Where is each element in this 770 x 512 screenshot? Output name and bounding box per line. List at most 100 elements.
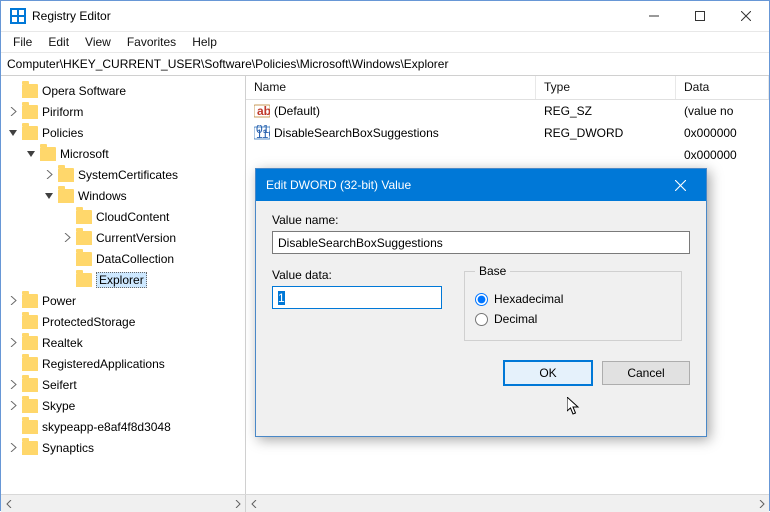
minimize-button[interactable] — [631, 1, 677, 31]
ok-button[interactable]: OK — [504, 361, 592, 385]
tree-panel[interactable]: Opera Software Piriform Policies Microsoft S… — [1, 76, 246, 494]
dialog-title: Edit DWORD (32-bit) Value — [266, 178, 664, 192]
chevron-right-icon[interactable] — [43, 168, 56, 181]
tree-item[interactable]: Seifert — [1, 374, 245, 395]
expand-placeholder — [7, 420, 20, 433]
radio-hex-input[interactable] — [475, 293, 488, 306]
folder-icon — [22, 315, 38, 329]
folder-icon — [22, 294, 38, 308]
close-button[interactable] — [723, 1, 769, 31]
folder-icon — [22, 84, 38, 98]
tree-item-label: Microsoft — [60, 147, 109, 161]
menu-file[interactable]: File — [5, 33, 40, 51]
radio-hex-label: Hexadecimal — [494, 292, 563, 306]
tree-item[interactable]: Skype — [1, 395, 245, 416]
chevron-right-icon[interactable] — [7, 441, 20, 454]
col-name[interactable]: Name — [246, 76, 536, 99]
menu-edit[interactable]: Edit — [40, 33, 77, 51]
maximize-button[interactable] — [677, 1, 723, 31]
radio-decimal[interactable]: Decimal — [475, 312, 671, 326]
tree-item[interactable]: Windows — [1, 185, 245, 206]
cancel-button[interactable]: Cancel — [602, 361, 690, 385]
tree-item-label: Policies — [42, 126, 83, 140]
tree-item[interactable]: Synaptics — [1, 437, 245, 458]
tree-item[interactable]: Realtek — [1, 332, 245, 353]
value-data: 0x000000 — [676, 148, 769, 162]
chevron-right-icon[interactable] — [7, 378, 20, 391]
tree-item[interactable]: DataCollection — [1, 248, 245, 269]
dialog-close-button[interactable] — [664, 169, 696, 201]
column-headers[interactable]: Name Type Data — [246, 76, 769, 100]
tree-item[interactable]: Opera Software — [1, 80, 245, 101]
folder-icon — [76, 210, 92, 224]
hscroll-area — [1, 494, 769, 512]
scroll-left-icon[interactable] — [1, 495, 18, 512]
tree-item[interactable]: Microsoft — [1, 143, 245, 164]
tree-item[interactable]: RegisteredApplications — [1, 353, 245, 374]
col-data[interactable]: Data — [676, 76, 769, 99]
scroll-left-icon[interactable] — [246, 495, 263, 512]
tree-item[interactable]: CloudContent — [1, 206, 245, 227]
value-row[interactable]: 011110DisableSearchBoxSuggestionsREG_DWO… — [246, 122, 769, 144]
value-name-input[interactable] — [272, 231, 690, 254]
dialog-titlebar[interactable]: Edit DWORD (32-bit) Value — [256, 169, 706, 201]
titlebar: Registry Editor — [1, 1, 769, 32]
menu-view[interactable]: View — [77, 33, 119, 51]
base-legend: Base — [475, 264, 510, 278]
tree-item[interactable]: Piriform — [1, 101, 245, 122]
folder-icon — [22, 105, 38, 119]
string-value-icon: ab — [254, 103, 270, 119]
value-name-label: Value name: — [272, 213, 690, 227]
tree-item[interactable]: Policies — [1, 122, 245, 143]
tree-item[interactable]: Power — [1, 290, 245, 311]
menu-favorites[interactable]: Favorites — [119, 33, 184, 51]
tree-item[interactable]: CurrentVersion — [1, 227, 245, 248]
value-data: 0x000000 — [676, 126, 769, 140]
folder-icon — [58, 189, 74, 203]
chevron-down-icon[interactable] — [43, 189, 56, 202]
tree-item-label: Skype — [42, 399, 75, 413]
scroll-right-icon[interactable] — [752, 495, 769, 512]
col-type[interactable]: Type — [536, 76, 676, 99]
tree-item-label: Synaptics — [42, 441, 94, 455]
chevron-right-icon[interactable] — [7, 105, 20, 118]
tree-item[interactable]: ProtectedStorage — [1, 311, 245, 332]
binary-value-icon: 011110 — [254, 125, 270, 141]
expand-placeholder — [7, 84, 20, 97]
value-data-label: Value data: — [272, 268, 442, 282]
expand-placeholder — [61, 273, 74, 286]
tree-item-label: Realtek — [42, 336, 83, 350]
tree-item-label: Opera Software — [42, 84, 126, 98]
address-bar[interactable]: Computer\HKEY_CURRENT_USER\Software\Poli… — [1, 53, 769, 76]
scroll-right-icon[interactable] — [228, 495, 245, 512]
folder-icon — [40, 147, 56, 161]
tree-item-label: ProtectedStorage — [42, 315, 135, 329]
chevron-right-icon[interactable] — [7, 336, 20, 349]
value-row[interactable]: 0x000000 — [246, 144, 769, 166]
chevron-down-icon[interactable] — [25, 147, 38, 160]
tree-item-label: Explorer — [96, 272, 147, 288]
tree-item[interactable]: Explorer — [1, 269, 245, 290]
folder-icon — [22, 441, 38, 455]
menu-help[interactable]: Help — [184, 33, 225, 51]
folder-icon — [22, 399, 38, 413]
folder-icon — [76, 273, 92, 287]
folder-icon — [22, 357, 38, 371]
tree-item[interactable]: skypeapp-e8af4f8d3048 — [1, 416, 245, 437]
chevron-right-icon[interactable] — [7, 294, 20, 307]
radio-hexadecimal[interactable]: Hexadecimal — [475, 292, 671, 306]
radio-dec-input[interactable] — [475, 313, 488, 326]
svg-text:ab: ab — [257, 104, 270, 118]
edit-dword-dialog: Edit DWORD (32-bit) Value Value name: Va… — [255, 168, 707, 437]
chevron-down-icon[interactable] — [7, 126, 20, 139]
tree-item[interactable]: SystemCertificates — [1, 164, 245, 185]
chevron-right-icon[interactable] — [61, 231, 74, 244]
value-data-input[interactable] — [272, 286, 442, 309]
value-row[interactable]: ab(Default)REG_SZ(value no — [246, 100, 769, 122]
folder-icon — [22, 378, 38, 392]
tree-item-label: Power — [42, 294, 76, 308]
tree-item-label: DataCollection — [96, 252, 174, 266]
value-data: (value no — [676, 104, 769, 118]
chevron-right-icon[interactable] — [7, 399, 20, 412]
radio-dec-label: Decimal — [494, 312, 537, 326]
